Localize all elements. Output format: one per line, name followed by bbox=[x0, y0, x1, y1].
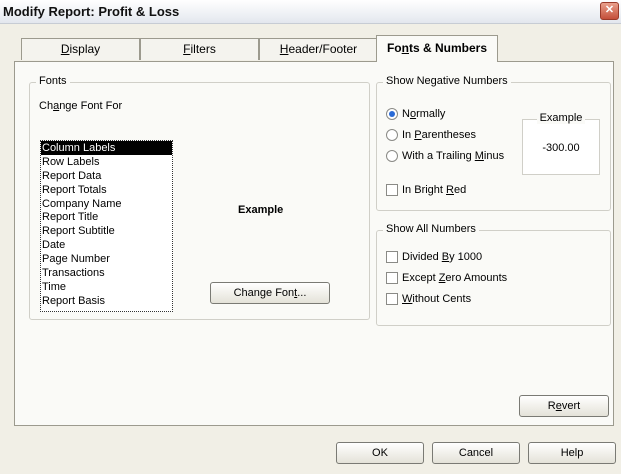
dialog-body: Display Filters Header/Footer Fonts & Nu… bbox=[0, 24, 621, 474]
change-font-button[interactable]: Change Font... bbox=[210, 282, 330, 304]
fonts-group: Fonts Change Font For Column Labels Row … bbox=[29, 75, 370, 320]
list-item[interactable]: Report Basis bbox=[41, 294, 172, 308]
window-title: Modify Report: Profit & Loss bbox=[3, 4, 180, 19]
font-example-text: Example bbox=[238, 204, 284, 216]
checkbox-icon[interactable] bbox=[386, 251, 398, 264]
radio-icon[interactable] bbox=[386, 150, 398, 163]
negative-example-box: Example -300.00 bbox=[522, 112, 600, 175]
tab-filters[interactable]: Filters bbox=[140, 38, 259, 60]
help-button[interactable]: Help bbox=[528, 442, 616, 464]
cancel-button[interactable]: Cancel bbox=[432, 442, 520, 464]
change-font-for-label: Change Font For bbox=[39, 100, 123, 112]
tab-display[interactable]: Display bbox=[21, 38, 140, 60]
all-numbers-legend: Show All Numbers bbox=[383, 223, 479, 235]
radio-trailing-minus[interactable]: With a Trailing Minus bbox=[386, 149, 504, 165]
tab-panel: Fonts Change Font For Column Labels Row … bbox=[14, 61, 614, 426]
list-item[interactable]: Row Labels bbox=[41, 155, 172, 169]
tab-header-footer[interactable]: Header/Footer bbox=[259, 38, 378, 60]
checkbox-in-bright-red[interactable]: In Bright Red bbox=[386, 183, 466, 199]
checkbox-icon[interactable] bbox=[386, 184, 398, 197]
show-negative-numbers-group: Show Negative Numbers Normally In Parent… bbox=[376, 75, 611, 211]
list-item[interactable]: Report Totals bbox=[41, 183, 172, 197]
example-value: -300.00 bbox=[542, 142, 580, 154]
list-item[interactable]: Transactions bbox=[41, 266, 172, 280]
checkbox-icon[interactable] bbox=[386, 272, 398, 285]
close-icon: ✕ bbox=[604, 4, 615, 16]
radio-in-parentheses[interactable]: In Parentheses bbox=[386, 128, 476, 144]
close-button[interactable]: ✕ bbox=[600, 2, 619, 20]
list-item[interactable]: Date bbox=[41, 238, 172, 252]
list-item[interactable]: Report Data bbox=[41, 169, 172, 183]
radio-selected-icon[interactable] bbox=[386, 108, 398, 121]
checkbox-without-cents[interactable]: Without Cents bbox=[386, 292, 471, 308]
list-item[interactable]: Page Number bbox=[41, 252, 172, 266]
radio-normally[interactable]: Normally bbox=[386, 107, 445, 123]
list-item[interactable]: Report Subtitle bbox=[41, 224, 172, 238]
fonts-legend: Fonts bbox=[36, 75, 70, 87]
list-item[interactable]: Company Name bbox=[41, 197, 172, 211]
list-item[interactable]: Column Labels bbox=[41, 141, 172, 155]
example-label-wrap: Example bbox=[523, 112, 599, 124]
checkbox-icon[interactable] bbox=[386, 293, 398, 306]
example-label: Example bbox=[536, 112, 586, 124]
title-bar: Modify Report: Profit & Loss ✕ bbox=[0, 0, 621, 24]
list-item[interactable]: Time bbox=[41, 280, 172, 294]
revert-button[interactable]: Revert bbox=[519, 395, 609, 417]
radio-icon[interactable] bbox=[386, 129, 398, 142]
ok-button[interactable]: OK bbox=[336, 442, 424, 464]
font-target-list[interactable]: Column Labels Row Labels Report Data Rep… bbox=[40, 140, 173, 312]
negative-numbers-legend: Show Negative Numbers bbox=[383, 75, 511, 87]
tab-fonts-numbers[interactable]: Fonts & Numbers bbox=[376, 35, 498, 62]
show-all-numbers-group: Show All Numbers Divided By 1000 Except … bbox=[376, 223, 611, 326]
checkbox-divided-by-1000[interactable]: Divided By 1000 bbox=[386, 250, 482, 266]
checkbox-except-zero-amounts[interactable]: Except Zero Amounts bbox=[386, 271, 507, 287]
list-item[interactable]: Report Title bbox=[41, 210, 172, 224]
